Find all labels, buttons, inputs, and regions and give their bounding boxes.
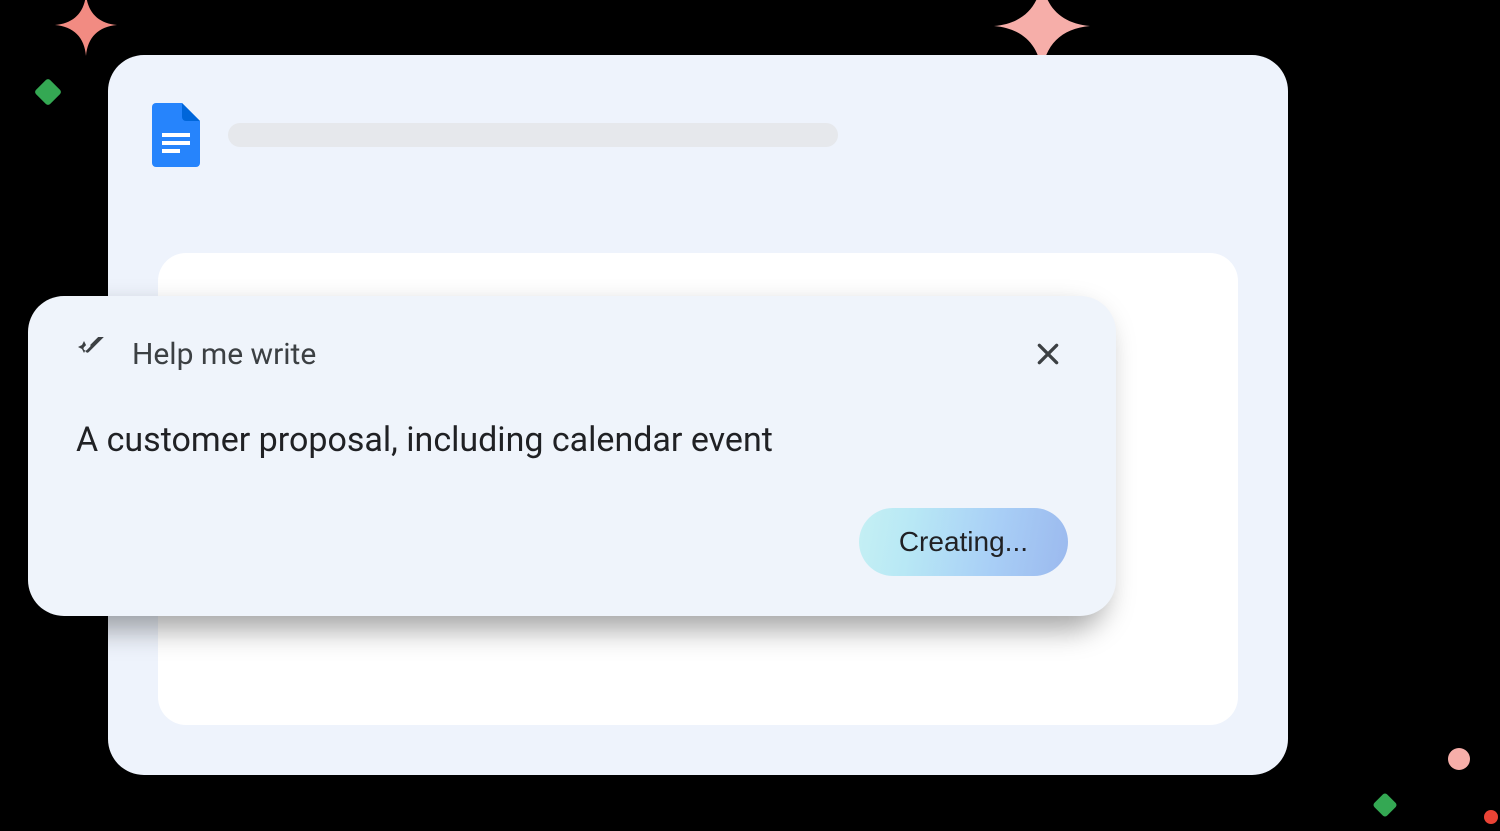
sparkle-icon [55, 0, 117, 56]
close-button[interactable] [1028, 334, 1068, 374]
magic-wand-icon [76, 337, 110, 371]
dot-icon [1448, 748, 1470, 770]
google-docs-icon [152, 103, 200, 167]
app-header [108, 55, 1288, 167]
dot-icon [1484, 810, 1498, 824]
diamond-icon [34, 78, 62, 106]
title-placeholder [228, 123, 838, 147]
diamond-icon [1372, 792, 1397, 817]
close-icon [1035, 341, 1061, 367]
prompt-input-text[interactable]: A customer proposal, including calendar … [76, 418, 1068, 462]
card-title: Help me write [132, 337, 1006, 372]
creating-status-button: Creating... [859, 508, 1068, 576]
card-header: Help me write [76, 334, 1068, 374]
card-footer: Creating... [76, 508, 1068, 576]
help-me-write-card: Help me write A customer proposal, inclu… [28, 296, 1116, 616]
